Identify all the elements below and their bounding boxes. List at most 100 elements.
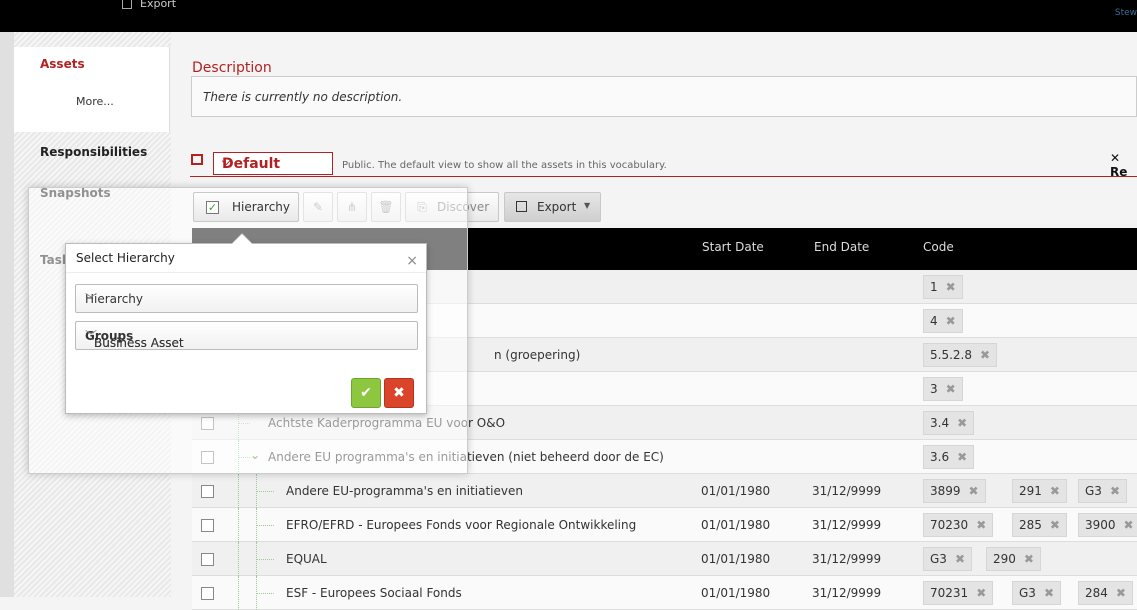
export-icon xyxy=(516,201,527,212)
export-button-label: Export xyxy=(537,200,577,214)
tree-branch xyxy=(256,593,274,594)
view-select[interactable]: Default ⌵ xyxy=(213,152,333,175)
select-hierarchy-popup: Select Hierarchy × Hierarchy ﹀ Business … xyxy=(65,233,427,414)
nav-item-more[interactable]: More... xyxy=(76,95,114,108)
remove-icon[interactable]: ✖ xyxy=(957,416,967,430)
chevron-down-icon: ﹀ xyxy=(85,292,98,306)
tree-line xyxy=(238,542,239,576)
code-tag: 4 ✖ xyxy=(923,309,963,333)
column-start-date[interactable]: Start Date xyxy=(702,240,764,254)
code-tag: G3 ✖ xyxy=(923,547,972,571)
tree-branch xyxy=(256,491,274,492)
hierarchy-button-active-label: Hierarchy xyxy=(232,200,291,214)
code-tag-label: 290 xyxy=(993,552,1016,566)
remove-icon[interactable]: ✖ xyxy=(969,484,979,498)
code-tag-label: 4 xyxy=(930,314,938,328)
tree-branch xyxy=(256,525,274,526)
code-tag-label: 3 xyxy=(930,382,938,396)
close-icon[interactable]: × xyxy=(406,253,418,269)
code-tag: 284 ✖ xyxy=(1078,581,1133,605)
checkbox-icon: ✓ xyxy=(206,201,219,214)
row-checkbox[interactable] xyxy=(201,485,214,498)
remove-icon[interactable]: ✖ xyxy=(1124,518,1134,532)
code-tag: 290 ✖ xyxy=(986,547,1041,571)
code-tag-label: 291 xyxy=(1019,484,1042,498)
export-button[interactable]: Export ▼ xyxy=(504,192,601,222)
remove-icon[interactable]: ✖ xyxy=(1110,484,1120,498)
top-export-button[interactable]: Export xyxy=(122,0,176,10)
code-tag-label: 1 xyxy=(930,280,938,294)
remove-icon[interactable]: ✖ xyxy=(946,280,956,294)
row-checkbox[interactable] xyxy=(201,553,214,566)
tree-line xyxy=(238,576,239,610)
code-tag-label: 70231 xyxy=(930,586,969,600)
nav-item-assets[interactable]: Assets xyxy=(40,57,85,71)
view-description: Public. The default view to show all the… xyxy=(342,160,667,171)
top-export-label: Export xyxy=(140,0,177,10)
row-end-date: 31/12/9999 xyxy=(812,552,882,566)
remove-icon[interactable]: ✖ xyxy=(1116,586,1126,600)
confirm-button[interactable]: ✔ xyxy=(351,378,381,408)
row-end-date: 31/12/9999 xyxy=(812,518,882,532)
remove-icon[interactable]: ✖ xyxy=(1044,586,1054,600)
code-tag: 3900 ✖ xyxy=(1078,513,1137,537)
remove-icon[interactable]: ✖ xyxy=(976,586,986,600)
reset-view-button[interactable]: ✕ Re xyxy=(1110,151,1137,179)
description-box[interactable]: There is currently no description. xyxy=(191,76,1137,117)
remove-icon[interactable]: ✖ xyxy=(946,382,956,396)
remove-icon[interactable]: ✖ xyxy=(946,314,956,328)
code-tag-label: 3.6 xyxy=(930,450,950,464)
chevron-down-icon: ⌵ xyxy=(222,155,231,168)
table-row[interactable]: Andere EU-programma's en initiatieven 01… xyxy=(192,474,1137,508)
code-tag-label: G3 xyxy=(1019,586,1036,600)
export-icon xyxy=(122,0,132,9)
description-text: There is currently no description. xyxy=(203,90,403,104)
table-row[interactable]: EFRO/EFRD - Europees Fonds voor Regional… xyxy=(192,508,1137,542)
reset-view-label: Re xyxy=(1110,165,1128,179)
tree-line xyxy=(238,508,239,542)
relation-select[interactable]: Business Asset Groups Business Asset ﹀ xyxy=(75,321,418,350)
remove-icon[interactable]: ✖ xyxy=(1050,518,1060,532)
remove-icon[interactable]: ✖ xyxy=(1050,484,1060,498)
tree-branch xyxy=(256,559,274,560)
x-icon: ✖ xyxy=(393,385,405,401)
code-tag: 1 ✖ xyxy=(923,275,963,299)
hierarchy-select[interactable]: Hierarchy ﹀ xyxy=(75,284,418,313)
table-row[interactable]: ESF - Europees Sociaal Fonds 01/01/1980 … xyxy=(192,576,1137,610)
popup-divider xyxy=(66,272,426,273)
caret-down-icon: ▼ xyxy=(584,201,591,210)
code-tag: G3 ✖ xyxy=(1012,581,1061,605)
column-code[interactable]: Code xyxy=(923,240,954,254)
row-checkbox[interactable] xyxy=(201,587,214,600)
description-title: Description xyxy=(192,60,272,76)
code-tag: 70231 ✖ xyxy=(923,581,994,605)
column-end-date[interactable]: End Date xyxy=(814,240,869,254)
row-start-date: 01/01/1980 xyxy=(701,484,771,498)
remove-icon[interactable]: ✖ xyxy=(1024,552,1034,566)
row-name: EFRO/EFRD - Europees Fonds voor Regional… xyxy=(286,518,637,532)
view-icon xyxy=(191,154,203,165)
row-name: Andere EU-programma's en initiatieven xyxy=(286,484,523,498)
hierarchy-button-active[interactable]: ✓ Hierarchy xyxy=(193,192,299,222)
row-checkbox[interactable] xyxy=(201,519,214,532)
row-name: EQUAL xyxy=(286,552,327,566)
cancel-button[interactable]: ✖ xyxy=(384,378,414,408)
check-icon: ✔ xyxy=(360,385,372,401)
remove-icon[interactable]: ✖ xyxy=(955,552,965,566)
popup-arrow xyxy=(231,233,253,244)
row-start-date: 01/01/1980 xyxy=(701,552,771,566)
user-name[interactable]: Stew xyxy=(1115,8,1137,18)
row-end-date: 31/12/9999 xyxy=(812,484,882,498)
code-tag: 70230 ✖ xyxy=(923,513,994,537)
code-tag: 291 ✖ xyxy=(1012,479,1067,503)
code-tag-label: 3.4 xyxy=(930,416,950,430)
code-tag-label: G3 xyxy=(1085,484,1102,498)
table-row[interactable]: EQUAL 01/01/1980 31/12/9999 G3 ✖ 290 ✖ xyxy=(192,542,1137,576)
code-tag-label: 3900 xyxy=(1085,518,1116,532)
remove-icon[interactable]: ✖ xyxy=(957,450,967,464)
nav-item-responsibilities[interactable]: Responsibilities xyxy=(40,145,147,159)
remove-icon[interactable]: ✖ xyxy=(976,518,986,532)
remove-icon[interactable]: ✖ xyxy=(980,348,990,362)
code-tag-label: 70230 xyxy=(930,518,969,532)
code-tag: 3 ✖ xyxy=(923,377,963,401)
